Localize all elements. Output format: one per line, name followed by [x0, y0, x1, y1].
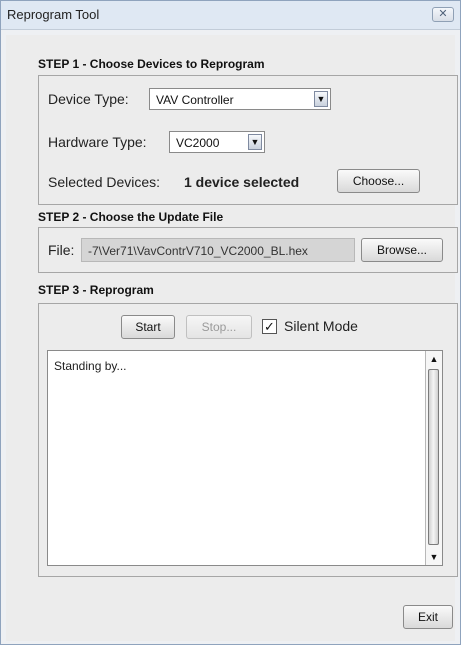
reprogram-tool-window: Reprogram Tool ✕ STEP 1 - Choose Devices…	[0, 0, 461, 645]
file-path-field[interactable]: -7\Ver71\VavContrV710_VC2000_BL.hex	[81, 238, 355, 262]
silent-mode-label: Silent Mode	[284, 318, 358, 334]
silent-mode-checkbox[interactable]: ✓	[262, 319, 277, 334]
file-label: File:	[48, 242, 75, 258]
chevron-down-icon: ▼	[248, 134, 262, 150]
device-type-dropdown[interactable]: VAV Controller ▼	[149, 88, 331, 110]
content-area: STEP 1 - Choose Devices to Reprogram Dev…	[6, 35, 458, 641]
hardware-type-value: VC2000	[176, 136, 220, 150]
title-bar: Reprogram Tool ✕	[1, 1, 460, 30]
step1-header: STEP 1 - Choose Devices to Reprogram	[38, 57, 265, 71]
scroll-down-arrow-icon[interactable]: ▼	[427, 550, 441, 564]
exit-button[interactable]: Exit	[403, 605, 453, 629]
step2-header: STEP 2 - Choose the Update File	[38, 210, 224, 224]
file-path-value: -7\Ver71\VavContrV710_VC2000_BL.hex	[88, 244, 308, 258]
stop-button[interactable]: Stop...	[186, 315, 252, 339]
choose-button[interactable]: Choose...	[337, 169, 420, 193]
hardware-type-label: Hardware Type:	[48, 134, 147, 150]
step1-panel: Device Type: VAV Controller ▼ Hardware T…	[38, 75, 458, 205]
close-icon: ✕	[438, 8, 448, 20]
selected-devices-label: Selected Devices:	[48, 174, 161, 190]
hardware-type-dropdown[interactable]: VC2000 ▼	[169, 131, 265, 153]
log-output-area[interactable]: Standing by... ▲ ▼	[47, 350, 443, 566]
step2-panel: File: -7\Ver71\VavContrV710_VC2000_BL.he…	[38, 227, 458, 273]
step3-header: STEP 3 - Reprogram	[38, 283, 154, 297]
log-scrollbar[interactable]: ▲ ▼	[425, 351, 442, 565]
selected-devices-value: 1 device selected	[184, 174, 300, 190]
window-title: Reprogram Tool	[7, 7, 100, 22]
log-text: Standing by...	[54, 359, 127, 373]
scroll-thumb[interactable]	[428, 369, 439, 545]
scroll-up-arrow-icon[interactable]: ▲	[427, 352, 441, 366]
start-button[interactable]: Start	[121, 315, 175, 339]
close-button[interactable]: ✕	[432, 7, 454, 22]
checkmark-icon: ✓	[264, 319, 275, 334]
step3-panel: Start Stop... ✓ Silent Mode Standing by.…	[38, 303, 458, 577]
device-type-label: Device Type:	[48, 91, 129, 107]
chevron-down-icon: ▼	[314, 91, 328, 107]
device-type-value: VAV Controller	[156, 93, 234, 107]
browse-button[interactable]: Browse...	[361, 238, 443, 262]
